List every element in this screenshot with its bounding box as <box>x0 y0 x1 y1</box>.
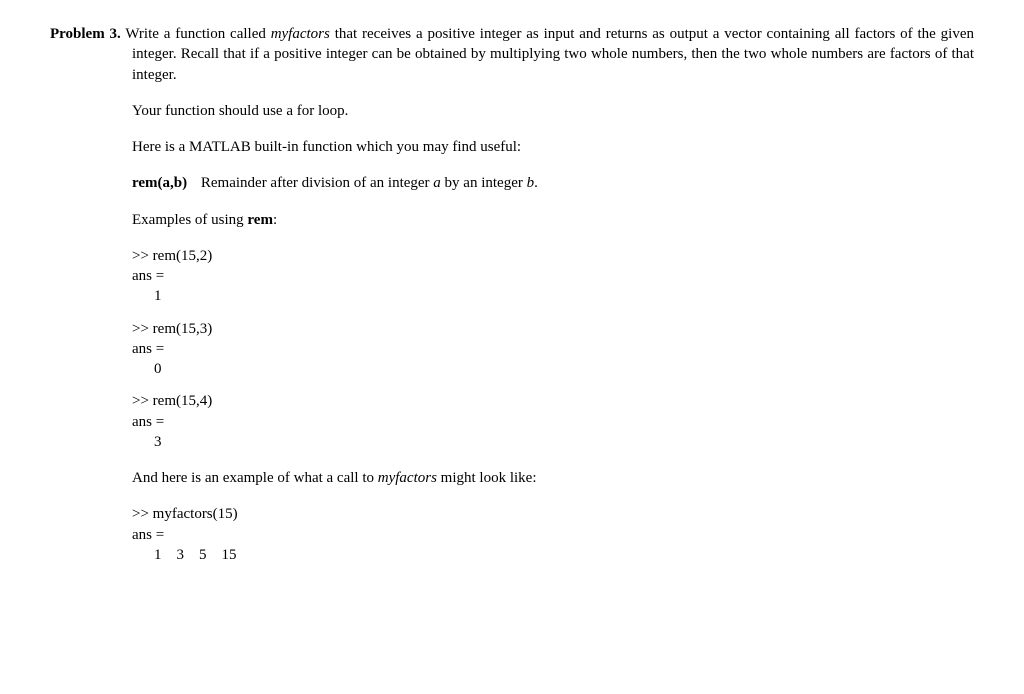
ex1-ans: ans = <box>132 266 974 286</box>
example-4: >> myfactors(15) ans = 1 3 5 15 <box>132 504 974 565</box>
examples-label-2: : <box>273 212 277 228</box>
rem-b: b <box>527 175 535 191</box>
ex1-val: 1 <box>132 286 974 306</box>
myfactors-example-intro: And here is an example of what a call to… <box>132 468 974 488</box>
intro-before: Write a function called <box>121 26 271 42</box>
ex4-ans: ans = <box>132 525 974 545</box>
rem-desc-2: by an integer <box>441 175 527 191</box>
example-call-intro-func: myfactors <box>378 470 437 486</box>
example-call-intro-2: might look like: <box>437 470 537 486</box>
builtin-intro: Here is a MATLAB built-in function which… <box>132 137 974 157</box>
ex4-val: 1 3 5 15 <box>132 545 974 565</box>
examples-label-1: Examples of using <box>132 212 247 228</box>
ex4-call: >> myfactors(15) <box>132 504 974 524</box>
rem-a: a <box>433 175 441 191</box>
ex2-ans: ans = <box>132 339 974 359</box>
problem-statement: Problem 3. Write a function called myfac… <box>50 24 974 85</box>
ex1-call: >> rem(15,2) <box>132 246 974 266</box>
forloop-instruction: Your function should use a for loop. <box>132 101 974 121</box>
example-call-intro-1: And here is an example of what a call to <box>132 470 378 486</box>
ex3-ans: ans = <box>132 412 974 432</box>
rem-desc-1: Remainder after division of an integer <box>201 175 433 191</box>
function-name: myfactors <box>271 26 330 42</box>
examples-rem: rem <box>247 212 273 228</box>
ex2-call: >> rem(15,3) <box>132 319 974 339</box>
examples-label: Examples of using rem: <box>132 210 974 230</box>
example-3: >> rem(15,4) ans = 3 <box>132 391 974 452</box>
rem-definition: rem(a,b) Remainder after division of an … <box>132 173 974 193</box>
problem-label: Problem 3. <box>50 26 121 42</box>
problem-body: Your function should use a for loop. Her… <box>50 101 974 565</box>
example-1: >> rem(15,2) ans = 1 <box>132 246 974 307</box>
ex3-call: >> rem(15,4) <box>132 391 974 411</box>
rem-description: Remainder after division of an integer a… <box>201 173 538 193</box>
rem-desc-3: . <box>534 175 538 191</box>
rem-signature: rem(a,b) <box>132 175 187 191</box>
example-2: >> rem(15,3) ans = 0 <box>132 319 974 380</box>
ex2-val: 0 <box>132 359 974 379</box>
ex3-val: 3 <box>132 432 974 452</box>
